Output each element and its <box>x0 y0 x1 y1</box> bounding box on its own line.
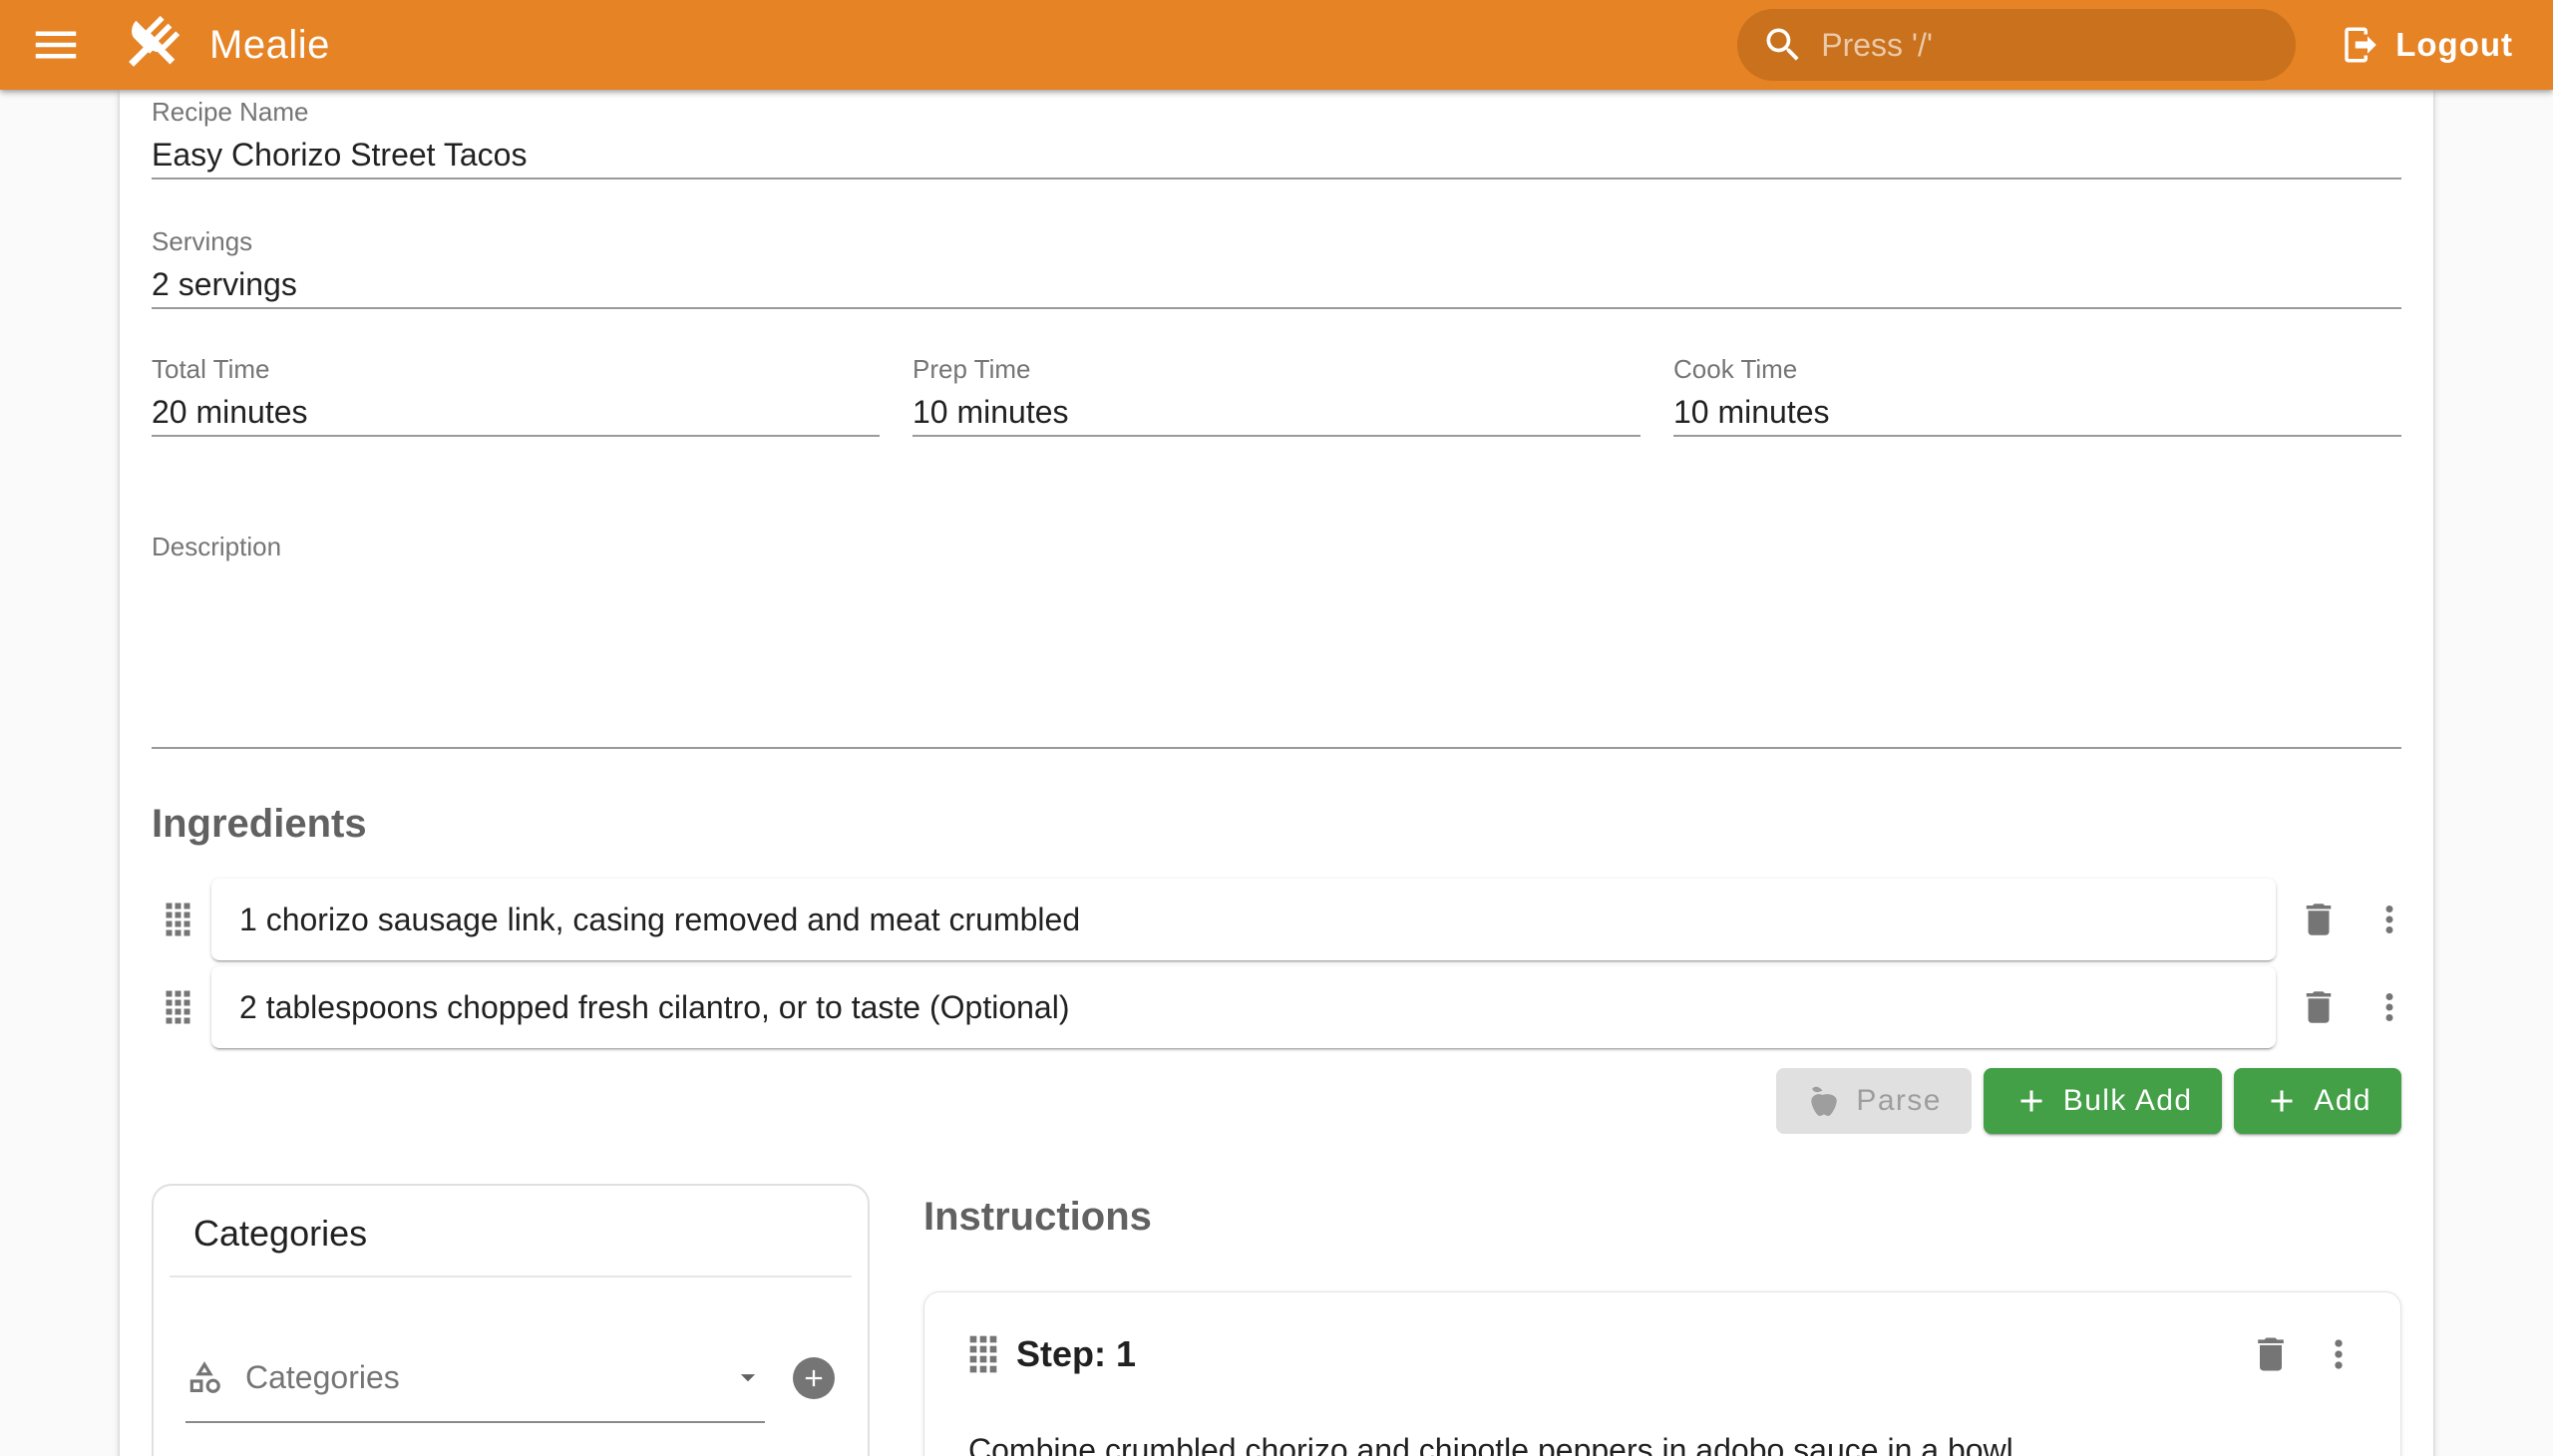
recipe-name-value: Easy Chorizo Street Tacos <box>152 134 2401 178</box>
menu-icon <box>29 18 83 72</box>
total-time-label: Total Time <box>152 355 880 383</box>
description-textarea[interactable] <box>152 560 2401 747</box>
delete-icon <box>2249 1332 2293 1376</box>
add-category-button[interactable] <box>793 1357 835 1399</box>
categories-card-title: Categories <box>154 1186 868 1256</box>
plus-icon <box>2013 1083 2049 1119</box>
drag-handle-icon[interactable] <box>165 988 191 1026</box>
step-title: Step: 1 <box>1016 1332 1136 1376</box>
categories-card: Categories Categories <box>152 1184 870 1456</box>
add-label: Add <box>2314 1084 2371 1118</box>
step-menu-button[interactable] <box>2325 1332 2353 1376</box>
kebab-icon <box>2317 1332 2361 1376</box>
categories-select-area: Categories <box>154 1333 868 1423</box>
delete-icon <box>2298 899 2340 940</box>
parse-button[interactable]: Parse <box>1776 1068 1971 1134</box>
silverware-icon <box>118 12 183 78</box>
cook-time-field[interactable]: Cook Time 10 minutes <box>1673 355 2401 437</box>
total-time-field[interactable]: Total Time 20 minutes <box>152 355 880 437</box>
servings-value: 2 servings <box>152 263 2401 307</box>
instructions-heading: Instructions <box>923 1194 2401 1240</box>
cook-time-label: Cook Time <box>1673 355 2401 383</box>
bulk-add-label: Bulk Add <box>2063 1084 2193 1118</box>
prep-time-field[interactable]: Prep Time 10 minutes <box>912 355 1641 437</box>
instruction-step-card: Step: 1 Combine crumbled chorizo and chi… <box>923 1291 2401 1456</box>
apple-icon <box>1806 1083 1842 1119</box>
add-button[interactable]: Add <box>2234 1068 2401 1134</box>
ingredients-list: 1 chorizo sausage link, casing removed a… <box>152 879 2401 1048</box>
ingredient-menu-button[interactable] <box>2375 898 2403 941</box>
logout-icon <box>2340 24 2381 66</box>
bottom-section: Categories Categories <box>152 1184 2401 1456</box>
recipe-name-field[interactable]: Recipe Name Easy Chorizo Street Tacos <box>152 98 2401 180</box>
categories-select-label: Categories <box>245 1359 400 1396</box>
menu-button[interactable] <box>28 17 84 73</box>
drag-handle-icon[interactable] <box>968 1333 998 1375</box>
prep-time-value: 10 minutes <box>912 391 1641 435</box>
step-header: Step: 1 <box>924 1292 2400 1376</box>
description-label: Description <box>152 533 2401 560</box>
delete-step-button[interactable] <box>2249 1332 2293 1376</box>
recipe-name-label: Recipe Name <box>152 98 2401 126</box>
ingredient-menu-button[interactable] <box>2375 985 2403 1029</box>
delete-ingredient-button[interactable] <box>2298 898 2340 941</box>
ingredient-input[interactable]: 1 chorizo sausage link, casing removed a… <box>211 879 2276 960</box>
drag-handle-icon[interactable] <box>165 901 191 938</box>
parse-label: Parse <box>1856 1084 1941 1118</box>
ingredient-row: 2 tablespoons chopped fresh cilantro, or… <box>152 966 2401 1048</box>
delete-ingredient-button[interactable] <box>2298 985 2340 1029</box>
divider <box>170 1275 852 1277</box>
ingredients-heading: Ingredients <box>152 801 2401 847</box>
logout-label: Logout <box>2395 26 2513 64</box>
kebab-icon <box>2369 899 2410 940</box>
search-icon <box>1761 23 1805 67</box>
time-fields-row: Total Time 20 minutes Prep Time 10 minut… <box>152 355 2401 437</box>
shapes-icon <box>185 1358 223 1396</box>
plus-icon <box>2264 1083 2300 1119</box>
search-placeholder: Press '/' <box>1821 27 1933 64</box>
cook-time-value: 10 minutes <box>1673 391 2401 435</box>
description-field[interactable]: Description <box>152 533 2401 749</box>
categories-select[interactable]: Categories <box>185 1333 765 1423</box>
search-input[interactable]: Press '/' <box>1737 9 2296 81</box>
recipe-editor-card: Recipe Name Easy Chorizo Street Tacos Se… <box>120 90 2433 1456</box>
categories-column: Categories Categories <box>152 1184 870 1456</box>
bulk-add-button[interactable]: Bulk Add <box>1984 1068 2223 1134</box>
step-text-input[interactable]: Combine crumbled chorizo and chipotle pe… <box>968 1428 2353 1456</box>
servings-label: Servings <box>152 227 2401 255</box>
delete-icon <box>2298 986 2340 1028</box>
ingredient-row: 1 chorizo sausage link, casing removed a… <box>152 879 2401 960</box>
ingredient-input[interactable]: 2 tablespoons chopped fresh cilantro, or… <box>211 966 2276 1048</box>
prep-time-label: Prep Time <box>912 355 1641 383</box>
plus-icon <box>800 1364 828 1392</box>
kebab-icon <box>2369 986 2410 1028</box>
logout-button[interactable]: Logout <box>2326 24 2513 66</box>
app-title: Mealie <box>209 23 330 68</box>
ingredient-actions: Parse Bulk Add Add <box>152 1068 2401 1134</box>
total-time-value: 20 minutes <box>152 391 880 435</box>
instructions-column: Instructions Step: 1 <box>923 1184 2401 1456</box>
caret-down-icon <box>731 1360 765 1394</box>
app-bar: Mealie Press '/' Logout <box>0 0 2553 90</box>
servings-field[interactable]: Servings 2 servings <box>152 227 2401 309</box>
